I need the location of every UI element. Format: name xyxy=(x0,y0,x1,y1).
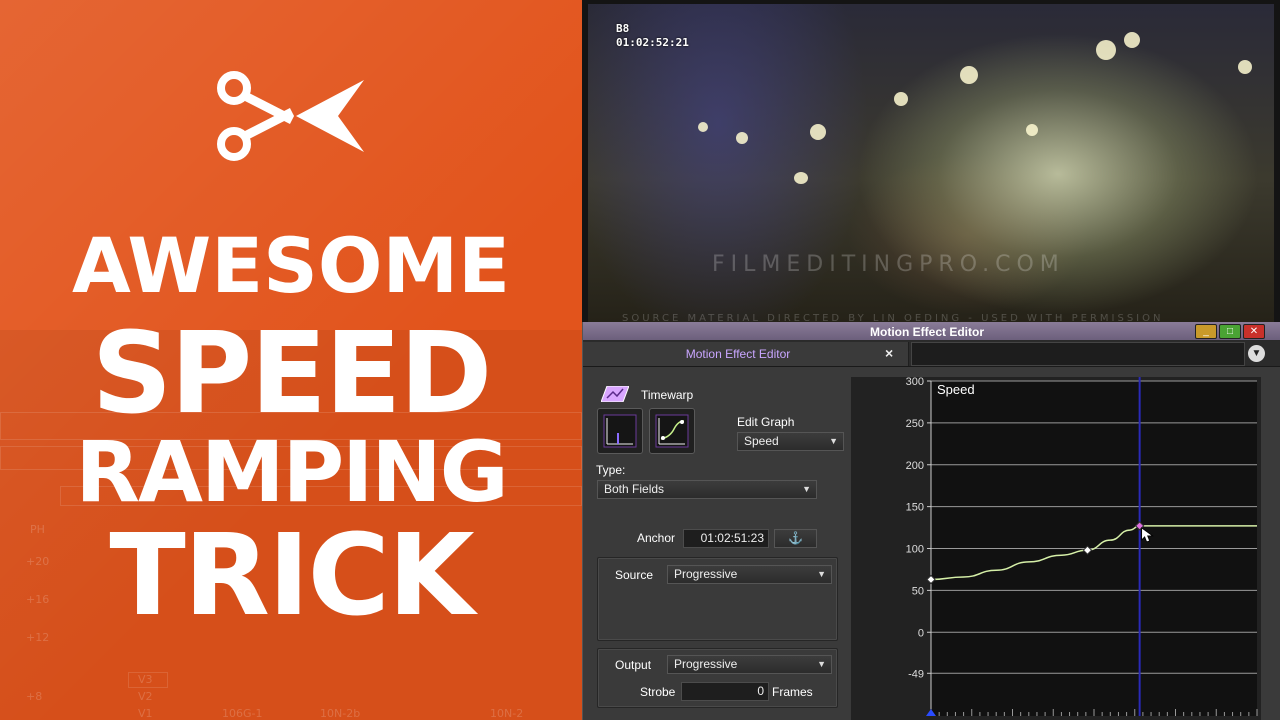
title-line-speed: SPEED xyxy=(91,309,493,439)
light-bokeh xyxy=(1096,40,1116,60)
ghost-label: V3 xyxy=(138,673,153,686)
strobe-unit: Frames xyxy=(772,685,813,699)
edit-graph-dropdown[interactable]: Speed ▼ xyxy=(737,432,844,451)
output-value: Progressive xyxy=(674,657,738,671)
tab-bar: Motion Effect Editor × ▼ xyxy=(583,341,1280,367)
light-bokeh xyxy=(1238,60,1252,74)
speed-graph-icon xyxy=(655,414,689,448)
light-bokeh xyxy=(794,172,808,184)
light-bokeh xyxy=(698,122,708,132)
type-value: Both Fields xyxy=(604,482,665,496)
chevron-down-icon: ▼ xyxy=(817,569,826,579)
y-tick-label: 0 xyxy=(918,627,924,639)
light-bokeh xyxy=(1124,32,1140,48)
light-bokeh xyxy=(1026,124,1038,136)
anchor-label: Anchor xyxy=(637,531,676,545)
source-dropdown[interactable]: Progressive ▼ xyxy=(667,565,832,584)
anchor-timecode-field[interactable]: 01:02:51:23 xyxy=(683,529,769,548)
tab-label: Motion Effect Editor xyxy=(685,347,791,361)
light-bokeh xyxy=(960,66,978,84)
timewarp-icon xyxy=(601,386,629,402)
speed-graph[interactable]: 300 250 200 150 100 50 0 -49 Speed xyxy=(851,377,1261,720)
window-title: Motion Effect Editor xyxy=(870,325,984,339)
anchor-button[interactable]: ⚓ xyxy=(774,529,817,548)
light-bokeh xyxy=(736,132,748,144)
thumbnail-panel: PH +20 +16 +12 +8 V3 V2 V1 106G-1 10N-2b… xyxy=(0,0,582,720)
chevron-down-icon: ▼ xyxy=(817,659,826,669)
source-value: Progressive xyxy=(674,567,738,581)
edit-graph-value: Speed xyxy=(744,434,779,448)
y-tick-label: 100 xyxy=(906,544,924,556)
y-tick-label: 200 xyxy=(906,460,924,472)
light-bokeh xyxy=(810,124,826,140)
speed-graph-button[interactable] xyxy=(649,408,695,454)
y-tick-label: 250 xyxy=(906,418,924,430)
speed-graph-canvas[interactable]: 300 250 200 150 100 50 0 -49 Speed xyxy=(851,377,1261,720)
timewarp-label: Timewarp xyxy=(641,388,694,402)
tab-empty-slot xyxy=(911,342,1245,366)
anchor-icon: ⚓ xyxy=(788,531,803,545)
type-dropdown[interactable]: Both Fields ▼ xyxy=(597,480,817,499)
timecode-overlay: B8 01:02:52:21 xyxy=(616,22,689,50)
ghost-label: V1 xyxy=(138,707,153,720)
chevron-down-icon: ▼ xyxy=(802,484,811,494)
close-window-button[interactable]: ✕ xyxy=(1243,324,1265,339)
y-tick-label: -49 xyxy=(908,668,924,680)
position-graph-button[interactable] xyxy=(597,408,643,454)
type-label: Type: xyxy=(596,463,626,477)
clip-timecode: 01:02:52:21 xyxy=(616,36,689,49)
output-dropdown[interactable]: Progressive ▼ xyxy=(667,655,832,674)
light-bokeh xyxy=(894,92,908,106)
edit-graph-label: Edit Graph xyxy=(737,415,795,429)
maximize-button[interactable]: □ xyxy=(1219,324,1241,339)
source-label: Source xyxy=(615,568,654,582)
minimize-button[interactable]: _ xyxy=(1195,324,1217,339)
video-monitor[interactable]: B8 01:02:52:21 FILMEDITINGPRO.COM SOURCE… xyxy=(582,0,1280,324)
strobe-field[interactable]: 0 xyxy=(681,682,769,701)
tab-menu-chevron-icon[interactable]: ▼ xyxy=(1248,345,1265,362)
strobe-label: Strobe xyxy=(640,685,676,699)
y-tick-label: 300 xyxy=(906,377,924,388)
ghost-label: V2 xyxy=(138,690,153,703)
window-titlebar[interactable]: Motion Effect Editor _ □ ✕ xyxy=(583,322,1280,341)
watermark: FILMEDITINGPRO.COM xyxy=(712,252,1065,277)
y-tick-label: 150 xyxy=(906,502,924,514)
ghost-label: 10N-2b xyxy=(320,707,361,720)
title-line-trick: TRICK xyxy=(109,511,474,641)
motion-effect-editor-window: Motion Effect Editor _ □ ✕ Motion Effect… xyxy=(582,322,1280,720)
chart-title: Speed xyxy=(937,382,975,397)
ghost-label: +8 xyxy=(26,690,43,703)
ghost-label: 106G-1 xyxy=(222,707,263,720)
position-graph-icon xyxy=(603,414,637,448)
clip-name: B8 xyxy=(616,22,630,35)
y-tick-label: 50 xyxy=(912,585,924,597)
title-line-awesome: AWESOME xyxy=(71,221,511,310)
chevron-down-icon: ▼ xyxy=(829,436,838,446)
tab-motion-effect-editor[interactable]: Motion Effect Editor × xyxy=(583,342,909,366)
scissors-icon xyxy=(217,71,364,161)
title-line-ramping: RAMPING xyxy=(75,423,508,521)
tab-close-icon[interactable]: × xyxy=(885,345,893,361)
ghost-label: 10N-2 xyxy=(490,707,524,720)
ghost-label: +12 xyxy=(26,631,50,644)
output-label: Output xyxy=(615,658,652,672)
